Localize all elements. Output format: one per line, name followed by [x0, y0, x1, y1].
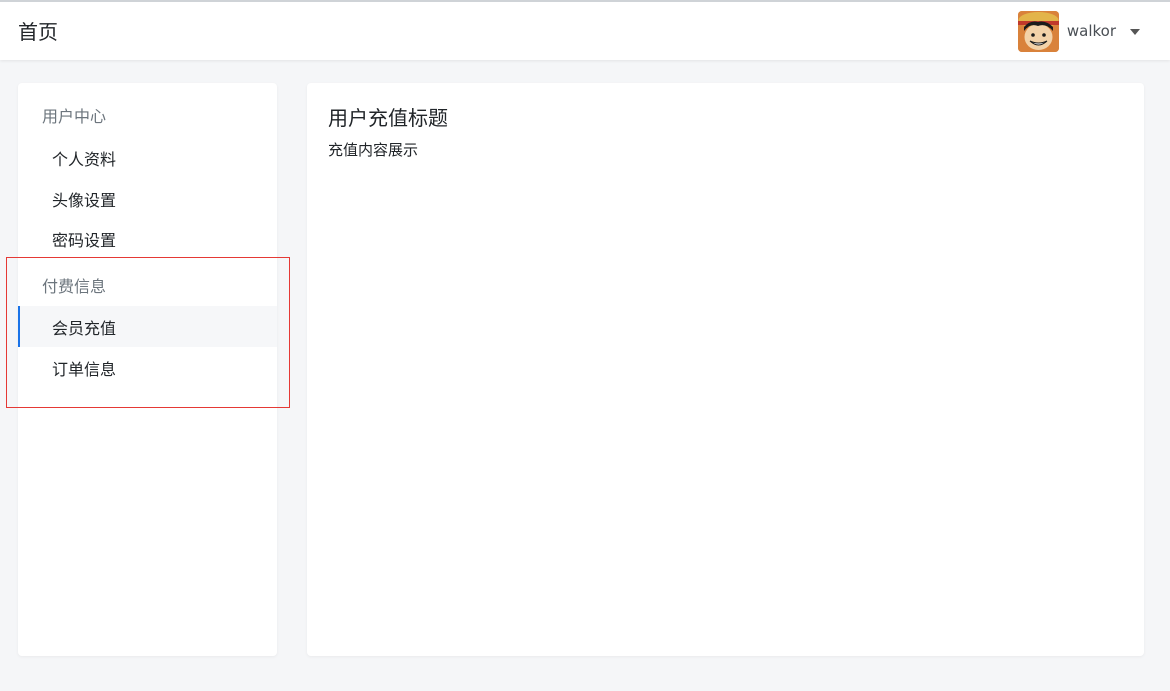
page-title[interactable]: 首页: [18, 19, 58, 45]
main-content-card: 用户充值标题 充值内容展示: [307, 83, 1144, 656]
sidebar-group-payment-info: 付费信息: [42, 277, 107, 296]
username[interactable]: walkor: [1067, 22, 1116, 40]
sidebar-item-profile[interactable]: 个人资料: [18, 137, 277, 178]
caret-down-icon[interactable]: [1130, 29, 1140, 35]
sidebar-item-password-settings[interactable]: 密码设置: [18, 218, 277, 259]
content-title: 用户充值标题: [328, 106, 448, 130]
content-body-text: 充值内容展示: [328, 141, 419, 159]
sidebar-item-label: 头像设置: [52, 190, 117, 210]
sidebar-item-order-info[interactable]: 订单信息: [18, 347, 277, 388]
sidebar-item-label: 个人资料: [52, 149, 117, 169]
sidebar: 用户中心 个人资料 头像设置 密码设置 付费信息 会员充值 订单信息: [18, 83, 277, 656]
top-navbar: 首页 walkor: [0, 0, 1170, 60]
sidebar-item-label: 订单信息: [52, 359, 117, 379]
sidebar-item-membership-recharge[interactable]: 会员充值: [18, 306, 277, 347]
user-avatar-icon[interactable]: [1017, 10, 1059, 52]
sidebar-item-label: 密码设置: [52, 230, 117, 250]
sidebar-group-user-center: 用户中心: [42, 107, 107, 126]
sidebar-item-label: 会员充值: [52, 318, 117, 338]
user-menu[interactable]: walkor: [1017, 10, 1140, 52]
sidebar-item-avatar-settings[interactable]: 头像设置: [18, 178, 277, 219]
